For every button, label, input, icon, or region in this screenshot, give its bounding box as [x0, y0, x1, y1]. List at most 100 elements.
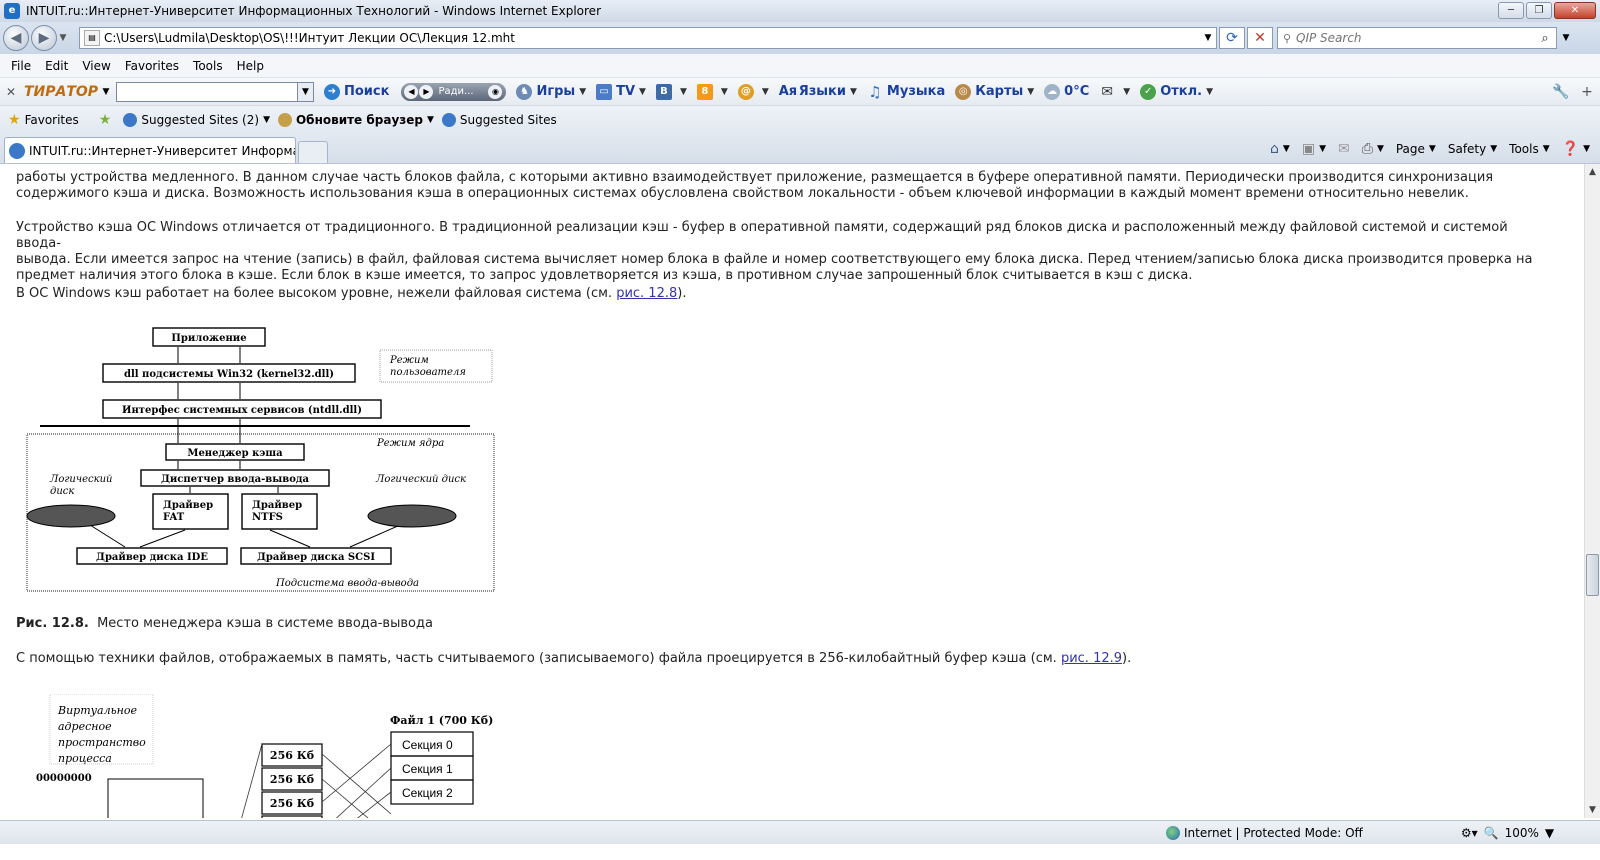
- favorites-button[interactable]: ★ Favorites: [8, 112, 79, 128]
- fav-label-3: Suggested Sites: [459, 113, 557, 127]
- refresh-button[interactable]: ⟳: [1219, 27, 1245, 49]
- off-label: Откл.: [1160, 84, 1203, 99]
- address-dropdown-icon[interactable]: ▼: [1200, 33, 1216, 43]
- add-button-icon[interactable]: +: [1574, 84, 1600, 100]
- toolbar-mailbox[interactable]: ✉ ▼: [1099, 84, 1130, 100]
- menu-edit[interactable]: Edit: [38, 59, 75, 73]
- safety-menu[interactable]: Safety ▼: [1448, 142, 1497, 156]
- fav-suggested-sites[interactable]: Suggested Sites: [441, 113, 557, 127]
- logo-dropdown-icon[interactable]: ▼: [100, 87, 112, 97]
- paragraph-3-text: В ОС Windows кэш работает на более высок…: [16, 286, 617, 301]
- protected-mode-icon[interactable]: ⚙▾: [1461, 826, 1478, 840]
- fig2-section-label-0: Секция 0: [402, 738, 453, 752]
- fav-update-browser[interactable]: Обновите браузер ▼: [277, 113, 434, 127]
- page-menu[interactable]: Page ▼: [1396, 142, 1436, 156]
- search-options-dropdown-icon[interactable]: ▼: [1559, 33, 1573, 43]
- fig-12-9-link[interactable]: рис. 12.9: [1061, 651, 1122, 666]
- maximize-button[interactable]: ❐: [1526, 2, 1552, 19]
- menu-help[interactable]: Help: [230, 59, 271, 73]
- add-to-favorites-bar-button[interactable]: ★: [99, 112, 116, 128]
- window-title: INTUIT.ru::Интернет-Университет Информац…: [26, 4, 601, 18]
- zoom-icon: 🔍: [1483, 825, 1499, 840]
- stop-button[interactable]: ✕: [1247, 27, 1273, 49]
- vertical-scrollbar[interactable]: ▲ ▼: [1584, 164, 1600, 818]
- fig-12-8-link[interactable]: рис. 12.8: [616, 286, 677, 301]
- security-zone[interactable]: Internet | Protected Mode: Off: [1166, 825, 1363, 840]
- toolbar-languages[interactable]: Ая Языки ▼: [779, 84, 857, 100]
- fig-label-ntfs-1: Драйвер: [252, 500, 302, 511]
- scroll-thumb[interactable]: [1586, 554, 1599, 596]
- menu-view[interactable]: View: [75, 59, 117, 73]
- toolbar-maps[interactable]: ◎ Карты ▼: [955, 83, 1034, 100]
- scroll-down-icon[interactable]: ▼: [1585, 802, 1600, 818]
- search-box[interactable]: ⚲ ⌕: [1277, 27, 1557, 49]
- zoom-level[interactable]: 100%: [1505, 826, 1539, 840]
- wrench-icon[interactable]: 🔧: [1548, 84, 1574, 100]
- address-input[interactable]: C:\Users\Ludmila\Desktop\OS\!!!Интуит Ле…: [104, 31, 1200, 45]
- menu-favorites[interactable]: Favorites: [118, 59, 186, 73]
- favorites-bar: ★ Favorites ★ Suggested Sites (2) ▼ Обнов…: [0, 106, 1600, 134]
- fav-suggested-sites-2[interactable]: Suggested Sites (2) ▼: [123, 113, 270, 127]
- tv-icon: ▭: [596, 83, 613, 100]
- toolbar-off[interactable]: ✓ Откл. ▼: [1140, 83, 1213, 100]
- tools-menu[interactable]: Tools ▼: [1509, 142, 1549, 156]
- combo-dropdown-icon[interactable]: ▼: [297, 82, 313, 101]
- toolbar-music[interactable]: ♫ Музыка: [867, 84, 945, 100]
- tab-active[interactable]: INTUIT.ru::Интернет-Университет Информац…: [4, 137, 296, 163]
- radio-prev-icon[interactable]: ◀: [404, 84, 419, 99]
- read-mail-button[interactable]: ✉: [1338, 141, 1350, 157]
- toolbar-tv[interactable]: ▭ TV ▼: [596, 83, 646, 100]
- zoom-dropdown-icon[interactable]: ▼: [1545, 826, 1554, 840]
- fig2-block-label-3: 256 Кб: [270, 797, 314, 810]
- fig2-map-line-6: [241, 743, 263, 818]
- radio-label[interactable]: Ради...: [434, 86, 488, 97]
- radio-play-icon[interactable]: ▶: [419, 84, 434, 99]
- tab-row: INTUIT.ru::Интернет-Университет Информац…: [0, 134, 1600, 164]
- toolbar-odnoklassniki[interactable]: 8 ▼: [696, 83, 728, 100]
- fig-label-app: Приложение: [171, 333, 246, 344]
- music-label: Музыка: [886, 84, 946, 99]
- games-icon: ♞: [516, 83, 533, 100]
- toolbar-mail[interactable]: @ ▼: [737, 83, 769, 100]
- paragraph-4-text: С помощью техники файлов, отображаемых в…: [16, 651, 1061, 666]
- fig-label-ide: Драйвер диска IDE: [96, 552, 208, 563]
- toolbar-search-button[interactable]: ➜ Поиск: [324, 83, 389, 100]
- languages-label: Языки: [798, 84, 846, 99]
- paragraph-4: С помощью техники файлов, отображаемых в…: [16, 651, 1556, 667]
- close-button[interactable]: ✕: [1554, 2, 1596, 19]
- zone-text: Internet | Protected Mode: Off: [1184, 825, 1363, 840]
- toolbar-weather[interactable]: ☁ 0°C: [1044, 83, 1089, 100]
- address-bar[interactable]: ▤ C:\Users\Ludmila\Desktop\OS\!!!Интуит …: [79, 27, 1217, 49]
- help-icon: ❓: [1561, 141, 1580, 157]
- fig-label-io-subsystem: Подсистема ввода-вывода: [275, 578, 419, 589]
- ie-icon: e: [4, 3, 20, 19]
- forward-button[interactable]: ▶: [31, 25, 57, 51]
- new-tab-button[interactable]: [298, 141, 328, 163]
- fig2-vas-2: адресное: [58, 720, 112, 733]
- radio-player[interactable]: ◀ ▶ Ради... ◉: [401, 82, 507, 101]
- toolbar-games[interactable]: ♞ Игры ▼: [516, 83, 586, 100]
- feeds-button[interactable]: ▣ ▼: [1302, 141, 1326, 157]
- toolbar-search-combo[interactable]: ▼: [116, 81, 314, 102]
- home-button[interactable]: ⌂ ▼: [1270, 141, 1290, 157]
- scroll-up-icon[interactable]: ▲: [1585, 164, 1600, 180]
- menu-tools[interactable]: Tools: [186, 59, 230, 73]
- print-button[interactable]: ⎙ ▼: [1362, 141, 1384, 157]
- minimize-button[interactable]: ─: [1498, 2, 1524, 19]
- recent-pages-dropdown-icon[interactable]: ▼: [57, 33, 69, 43]
- search-input[interactable]: [1296, 31, 1534, 45]
- envelope-icon: ✉: [1101, 83, 1114, 100]
- globe-icon: [1166, 825, 1180, 840]
- radio-volume-icon[interactable]: ◉: [488, 84, 503, 99]
- search-globe-icon: ➜: [324, 83, 340, 100]
- help-menu[interactable]: ❓ ▼: [1562, 141, 1590, 157]
- toolbar-close-icon[interactable]: ✕: [0, 85, 22, 99]
- back-button[interactable]: ◀: [3, 25, 29, 51]
- tiptop-logo[interactable]: ТИРАТОР: [22, 82, 100, 102]
- fig2-vas-3: пространство: [58, 736, 146, 749]
- fig-arrow-12: [269, 529, 311, 548]
- title-bar: e INTUIT.ru::Интернет-Университет Информ…: [0, 0, 1600, 22]
- search-icon[interactable]: ⌕: [1534, 31, 1556, 46]
- toolbar-vk[interactable]: B ▼: [655, 83, 687, 100]
- menu-file[interactable]: File: [4, 59, 38, 73]
